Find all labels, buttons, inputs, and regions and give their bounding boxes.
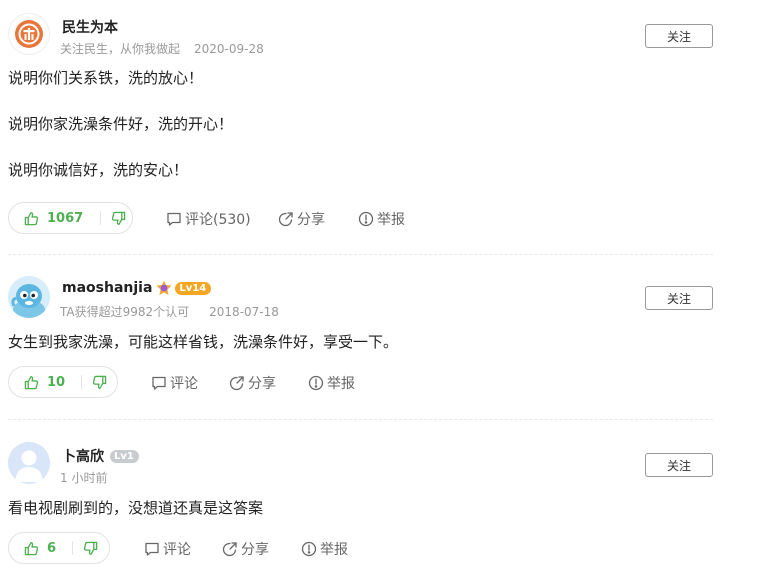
username-text: 卜高欣 [62, 449, 104, 465]
share-button[interactable]: 分享 [278, 209, 325, 229]
upvote-button[interactable]: 1067 [9, 211, 83, 226]
username[interactable]: 卜高欣 Lv1 [62, 446, 139, 466]
follow-button[interactable]: 关注 [645, 286, 713, 310]
avatar[interactable] [8, 276, 50, 318]
thumbs-down-icon [92, 375, 107, 389]
level-badge: Lv1 [110, 449, 139, 463]
answer-paragraph: 说明你诚信好，洗的安心！ [8, 161, 189, 179]
share-label: 分享 [297, 212, 325, 228]
comment-label: 评论 [163, 542, 191, 558]
comment-icon [152, 376, 166, 390]
user-achievement: TA获得超过9982个认可 [60, 305, 190, 319]
default-avatar-icon [8, 442, 50, 484]
thumbs-down-icon [83, 541, 98, 555]
thumbs-down-icon [112, 211, 126, 225]
follow-button[interactable]: 关注 [645, 24, 713, 48]
comment-label: 评论 [170, 376, 198, 392]
user-meta: TA获得超过9982个认可 2018-07-18 [60, 303, 279, 320]
answer-paragraph: 女生到我家洗澡，可能这样省钱，洗澡条件好，享受一下。 [8, 333, 399, 351]
vote-pill: 1067 [8, 202, 133, 234]
level-badge: Lv14 [175, 281, 212, 295]
vote-divider [72, 541, 74, 555]
report-label: 举报 [327, 376, 355, 392]
user-signature: 关注民生，从你我做起 [60, 42, 181, 56]
answer-paragraph: 说明你们关系铁，洗的放心！ [8, 69, 204, 87]
warning-icon [308, 375, 324, 391]
answer-card: 民生为本 关注民生，从你我做起 2020-09-28 关注 说明你们关系铁，洗的放… [8, 0, 713, 240]
answer-date: 2020-09-28 [194, 42, 264, 56]
avatar[interactable] [8, 442, 50, 484]
answer-divider [8, 254, 713, 255]
report-label: 举报 [320, 542, 348, 558]
downvote-button[interactable] [111, 211, 126, 226]
username-text: maoshanjia [62, 280, 153, 296]
username[interactable]: maoshanjia Lv14 [62, 280, 212, 296]
answer-card: maoshanjia Lv14 TA获得超过9982个认可 2018-07-18 … [8, 262, 713, 402]
answer-card: 卜高欣 Lv1 1 小时前 关注 看电视剧刷到的，没想道还真是这答案 6 评论 … [8, 428, 713, 578]
answer-paragraph: 看电视剧刷到的，没想道还真是这答案 [8, 499, 264, 517]
comment-icon [145, 542, 159, 556]
upvote-count: 6 [47, 540, 57, 556]
thumbs-up-icon [24, 375, 39, 389]
report-label: 举报 [377, 212, 405, 228]
share-button[interactable]: 分享 [222, 539, 269, 559]
share-label: 分享 [241, 542, 269, 558]
comment-icon [167, 212, 181, 226]
answer-content: 女生到我家洗澡，可能这样省钱，洗澡条件好，享受一下。 [8, 332, 398, 353]
upvote-button[interactable]: 6 [9, 541, 56, 556]
vote-divider [81, 375, 83, 389]
share-icon [222, 542, 237, 557]
follow-button[interactable]: 关注 [645, 453, 713, 477]
username[interactable]: 民生为本 [62, 17, 118, 37]
avatar[interactable] [8, 13, 50, 55]
user-meta: 关注民生，从你我做起 2020-09-28 [60, 40, 264, 57]
answer-paragraph: 说明你家洗澡条件好，洗的开心！ [8, 115, 234, 133]
gem-icon [156, 280, 172, 295]
comment-label: 评论(530) [185, 212, 251, 228]
vote-divider [100, 211, 102, 225]
comment-button[interactable]: 评论 [151, 373, 198, 393]
thumbs-up-icon [24, 541, 39, 555]
upvote-count: 10 [47, 374, 66, 390]
post-time: 1 小时前 [60, 471, 108, 485]
share-icon [229, 376, 244, 391]
share-button[interactable]: 分享 [229, 373, 276, 393]
share-icon [278, 212, 293, 227]
downvote-button[interactable] [92, 375, 107, 390]
user-meta: 1 小时前 [60, 469, 107, 486]
comment-button[interactable]: 评论(530) [166, 209, 251, 229]
answer-content: 说明你们关系铁，洗的放心！ 说明你家洗澡条件好，洗的开心！ 说明你诚信好，洗的安… [8, 68, 233, 181]
comment-button[interactable]: 评论 [144, 539, 191, 559]
report-button[interactable]: 举报 [358, 209, 405, 229]
answer-date: 2018-07-18 [209, 305, 279, 319]
report-button[interactable]: 举报 [301, 539, 348, 559]
report-button[interactable]: 举报 [308, 373, 355, 393]
warning-icon [301, 541, 317, 557]
upvote-count: 1067 [47, 210, 84, 226]
vote-pill: 10 [8, 366, 118, 398]
upvote-button[interactable]: 10 [9, 375, 65, 390]
vote-pill: 6 [8, 532, 110, 564]
thumbs-up-icon [24, 211, 39, 225]
share-label: 分享 [248, 376, 276, 392]
answer-divider [8, 419, 713, 420]
answer-content: 看电视剧刷到的，没想道还真是这答案 [8, 498, 263, 519]
warning-icon [358, 211, 374, 227]
downvote-button[interactable] [83, 541, 98, 556]
